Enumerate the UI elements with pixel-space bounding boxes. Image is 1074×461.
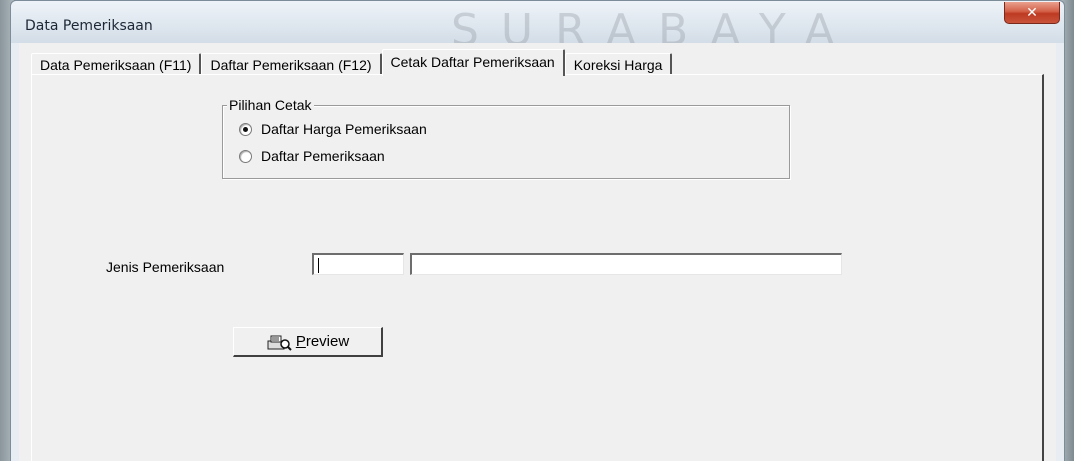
radio-daftar-harga-pemeriksaan[interactable]: Daftar Harga Pemeriksaan: [239, 121, 427, 137]
preview-button-label: Preview: [295, 333, 350, 350]
preview-button[interactable]: Preview: [233, 327, 383, 357]
group-legend: Pilihan Cetak: [227, 97, 314, 113]
client-area: Data Pemeriksaan (F11) Daftar Pemeriksaa…: [19, 43, 1056, 461]
text-caret: [318, 257, 319, 273]
main-window: Data Pemeriksaan SURABAYA ✕ Data Pemerik…: [10, 0, 1065, 461]
close-icon: ✕: [1026, 4, 1038, 21]
printer-preview-icon: [267, 335, 292, 351]
print-options-group: Pilihan Cetak Daftar Harga Pemeriksaan D…: [222, 97, 790, 179]
close-button[interactable]: ✕: [1004, 2, 1060, 24]
radio-button-selected[interactable]: [239, 122, 252, 136]
radio-daftar-pemeriksaan[interactable]: Daftar Pemeriksaan: [239, 148, 385, 164]
jenis-pemeriksaan-label: Jenis Pemeriksaan: [106, 259, 225, 275]
tab-panel: Pilihan Cetak Daftar Harga Pemeriksaan D…: [31, 74, 1044, 461]
tab-data-pemeriksaan[interactable]: Data Pemeriksaan (F11): [31, 53, 202, 76]
radio-button-unselected[interactable]: [239, 149, 252, 163]
tab-strip: Data Pemeriksaan (F11) Daftar Pemeriksaa…: [31, 49, 673, 76]
window-title: Data Pemeriksaan: [25, 18, 153, 34]
radio-label: Daftar Pemeriksaan: [261, 148, 385, 164]
tab-cetak-daftar-pemeriksaan[interactable]: Cetak Daftar Pemeriksaan: [381, 49, 565, 76]
jenis-pemeriksaan-code-input[interactable]: [312, 253, 404, 275]
title-bar[interactable]: Data Pemeriksaan SURABAYA ✕: [11, 1, 1064, 56]
tab-koreksi-harga[interactable]: Koreksi Harga: [564, 53, 673, 76]
radio-label: Daftar Harga Pemeriksaan: [261, 121, 427, 137]
jenis-pemeriksaan-description-input[interactable]: [410, 253, 842, 275]
tab-daftar-pemeriksaan[interactable]: Daftar Pemeriksaan (F12): [201, 53, 382, 76]
